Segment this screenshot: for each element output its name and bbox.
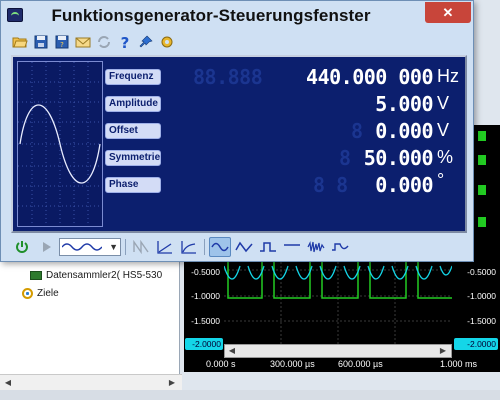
divider [125,239,126,255]
linear-ramp-icon[interactable] [154,237,176,257]
phase-value[interactable]: 0.000 [343,173,433,197]
amplitude-value[interactable]: 5.000 [343,92,433,116]
label-frequenz: Frequenz [105,69,161,85]
label-offset: Offset [105,123,161,139]
waveform-preview [17,61,103,227]
tree-item-ziele[interactable]: Ziele [22,286,59,300]
tree-item-label: Datensammler2( HS5-530 [46,269,163,281]
sine-preview-curve [19,104,101,184]
scope-traces [223,258,453,344]
y-tick-label: -1.5000 [191,316,220,326]
chevron-down-icon: ▼ [109,242,118,252]
y-tick-label: -1.0000 [191,291,220,301]
noise-icon[interactable] [305,237,327,257]
square-wave-icon[interactable] [257,237,279,257]
offset-unit: V [437,120,450,140]
label-phase: Phase [105,177,161,193]
power-icon[interactable] [11,237,33,257]
y-tick-label: -0.5000 [467,267,496,277]
y-tick-label: -2.0000 [185,338,223,350]
y-tick-label: -2.0000 [454,338,498,350]
function-generator-window[interactable]: Funktionsgenerator-Steuerungsfenster ✕ ?… [0,0,474,262]
y-axis-left: -0.5000 -1.0000 -1.5000 -2.0000 [184,258,224,358]
tree-item-datensammler[interactable]: Datensammler2( HS5-530 [30,268,162,282]
channel-marker [478,155,486,165]
scope-channel-strip [470,125,500,258]
y-axis-right: -0.5000 -1.0000 -1.5000 -2.0000 [452,258,500,358]
frequency-unit: Hz [437,66,459,86]
time-axis: 0.000 s 300.000 µs 600.000 µs 1.000 ms [184,358,500,372]
title-bar[interactable]: Funktionsgenerator-Steuerungsfenster ✕ [1,1,473,33]
tree-item-label: Ziele [37,287,59,299]
scope-horizontal-scrollbar[interactable]: ◀ ▶ [224,344,452,358]
sine-wave-button[interactable] [209,237,231,257]
divider [204,239,205,255]
y-tick-label: -1.5000 [467,316,496,326]
y-tick-label: -0.5000 [191,267,220,277]
label-amplitude: Amplitude [105,96,161,112]
parameter-panel: Frequenz 88.888 440.000 000 Hz Amplitude… [11,55,467,233]
dc-icon[interactable] [281,237,303,257]
save-as-icon[interactable]: ? [53,33,71,51]
device-chip-icon [30,270,42,280]
time-tick-label: 1.000 ms [440,359,478,369]
scroll-left-icon[interactable]: ◀ [2,377,14,389]
symmetry-value[interactable]: 50.000 [333,146,434,170]
toolbar: ? ? [11,33,467,51]
scroll-right-icon[interactable]: ▶ [437,345,449,357]
settings-icon[interactable] [158,33,176,51]
scroll-right-icon[interactable]: ▶ [166,377,178,389]
svg-text:?: ? [60,41,64,49]
scope-plot-area[interactable] [223,258,453,344]
time-tick-label: 600.000 µs [338,359,383,369]
sine-wave-icon [211,242,229,252]
frequency-value[interactable]: 440.000 000 [283,65,433,89]
status-bar [0,390,500,400]
channel-marker [478,131,486,141]
log-ramp-icon[interactable] [178,237,200,257]
channel-marker [478,217,486,227]
offset-value[interactable]: 0.000 [343,119,433,143]
scroll-left-icon[interactable]: ◀ [226,345,238,357]
arbitrary-wave-icon[interactable] [329,237,351,257]
channel-marker [478,185,486,195]
time-tick-label: 300.000 µs [270,359,315,369]
sweep-icon[interactable] [130,237,152,257]
frequency-ghost-digits: 88.888 [193,65,263,89]
svg-text:?: ? [121,34,130,50]
pin-icon[interactable] [137,33,155,51]
target-icon [22,287,33,299]
close-button[interactable]: ✕ [425,2,471,23]
save-icon[interactable] [32,33,50,51]
label-symmetrie: Symmetrie [105,150,161,166]
symmetry-unit: % [437,147,454,167]
play-icon[interactable] [35,237,57,257]
refresh-icon[interactable] [95,33,113,51]
time-tick-label: 0.000 s [206,359,236,369]
amplitude-unit: V [437,93,450,113]
tree-horizontal-scrollbar[interactable]: ◀ ▶ [0,374,182,390]
email-icon[interactable] [74,33,92,51]
open-icon[interactable] [11,33,29,51]
generator-controls: ▼ [11,237,467,257]
triangle-wave-icon[interactable] [233,237,255,257]
window-title: Funktionsgenerator-Steuerungsfenster [51,6,371,25]
help-icon[interactable]: ? [116,33,134,51]
y-tick-label: -1.0000 [467,291,496,301]
phase-unit: ° [437,170,445,190]
object-tree-panel[interactable]: Datensammler2( HS5-530 Ziele [0,258,180,374]
sine-wave-icon [62,243,102,251]
waveform-select[interactable]: ▼ [59,238,121,256]
